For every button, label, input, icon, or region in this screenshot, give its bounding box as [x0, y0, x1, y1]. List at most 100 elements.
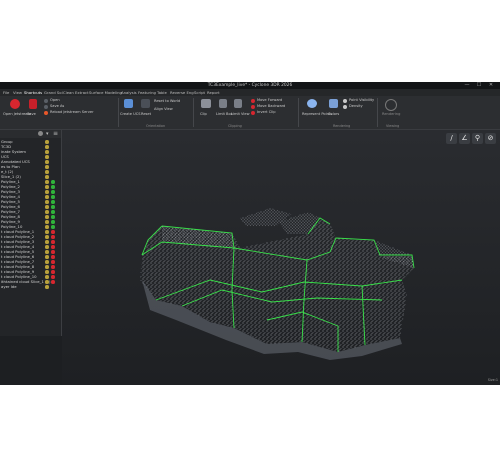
ucs-axes-icon[interactable] — [124, 99, 133, 108]
group-clipping-label: Clipping — [228, 124, 242, 128]
status-error-icon — [51, 265, 55, 269]
visibility-icon[interactable] — [45, 280, 49, 284]
density-button[interactable]: Density — [349, 104, 363, 108]
reload-icon — [44, 111, 48, 115]
status-error-icon — [51, 250, 55, 254]
visibility-icon[interactable] — [45, 250, 49, 254]
visibility-icon[interactable] — [45, 215, 49, 219]
point-visibility-button[interactable]: Point Visibility — [349, 98, 374, 102]
visibility-icon[interactable] — [45, 230, 49, 234]
limit-box-icon[interactable] — [219, 99, 227, 108]
status-error-icon — [51, 260, 55, 264]
visibility-icon[interactable] — [45, 260, 49, 264]
open-small-button[interactable]: Open — [50, 98, 60, 102]
filter-icon[interactable]: ▾ — [46, 131, 49, 137]
visibility-icon[interactable] — [45, 160, 49, 164]
move-backward-button[interactable]: Move Backward — [257, 104, 285, 108]
visibility-icon[interactable] — [45, 200, 49, 204]
rendering-spinner-icon[interactable] — [385, 99, 397, 111]
reset-view-button[interactable]: Reset — [141, 112, 151, 116]
window-title: TC3Example_live* - Cyclone 3DR 2026 — [207, 83, 293, 88]
minimize-button[interactable]: — — [462, 82, 472, 89]
save-file-icon[interactable] — [29, 99, 37, 109]
clip-button[interactable]: Clip — [200, 112, 207, 116]
status-ok-icon — [51, 185, 55, 189]
visibility-icon[interactable] — [45, 175, 49, 179]
maximize-button[interactable]: ☐ — [474, 82, 484, 89]
ribbon-toolbar: Open Jetstream Save Open Save As Reload … — [0, 96, 500, 130]
visibility-icon[interactable] — [45, 255, 49, 259]
limit-view-icon[interactable] — [234, 99, 242, 108]
visibility-icon[interactable] — [45, 205, 49, 209]
visibility-icon[interactable] — [45, 275, 49, 279]
visibility-icon[interactable] — [45, 195, 49, 199]
group-orientation-label: Orientation — [146, 124, 166, 128]
status-ok-icon — [51, 210, 55, 214]
rendering-button[interactable]: Rendering — [382, 112, 400, 116]
visibility-icon[interactable] — [45, 225, 49, 229]
open-icon[interactable] — [10, 99, 20, 109]
menu-report[interactable]: Report — [207, 89, 220, 96]
view-cube-icon[interactable] — [141, 99, 150, 108]
create-ucs-button[interactable]: Create UCS — [120, 112, 141, 116]
menu-script[interactable]: Script — [194, 89, 205, 96]
status-ok-icon — [51, 215, 55, 219]
visibility-icon[interactable] — [45, 220, 49, 224]
menu-bar: File View Shortcuts Grand Sol Clean Extr… — [0, 89, 500, 97]
group-separator — [118, 98, 119, 127]
visibility-icon[interactable] — [45, 145, 49, 149]
group-separator — [298, 98, 299, 127]
reload-jetstream-button[interactable]: Reload Jetstream Server — [50, 110, 94, 114]
invert-clip-button[interactable]: Invert Clip — [257, 110, 276, 114]
menu-featuring[interactable]: Featuring — [138, 89, 156, 96]
status-error-icon — [51, 235, 55, 239]
status-ok-icon — [51, 190, 55, 194]
tree-item[interactable]: ayer Ide — [0, 284, 61, 289]
status-error-icon — [51, 280, 55, 284]
menu-grand-sol[interactable]: Grand Sol — [44, 89, 63, 96]
visibility-icon[interactable] — [45, 245, 49, 249]
visibility-icon[interactable] — [45, 140, 49, 144]
visibility-icon[interactable] — [45, 190, 49, 194]
status-error-icon — [51, 255, 55, 259]
visibility-icon[interactable] — [45, 285, 49, 289]
clip-icon[interactable] — [201, 99, 211, 108]
visibility-icon[interactable] — [45, 265, 49, 269]
menu-reverse-eng[interactable]: Reverse Eng — [170, 89, 194, 96]
visibility-icon[interactable] — [45, 155, 49, 159]
visibility-icon[interactable] — [45, 170, 49, 174]
menu-icon[interactable]: ≡ — [53, 130, 58, 137]
menu-analysis[interactable]: Analysis — [121, 89, 137, 96]
menu-table[interactable]: Table — [157, 89, 167, 96]
save-button-label[interactable]: Save — [27, 112, 36, 116]
visibility-icon[interactable] — [45, 210, 49, 214]
visibility-icon[interactable] — [45, 165, 49, 169]
move-backward-icon — [251, 105, 255, 109]
visibility-icon[interactable] — [45, 240, 49, 244]
move-forward-icon — [251, 99, 255, 103]
menu-extract[interactable]: Extract — [75, 89, 89, 96]
colors-button[interactable]: Colors — [328, 112, 339, 116]
visibility-icon[interactable] — [45, 185, 49, 189]
represent-points-icon[interactable] — [307, 99, 317, 108]
menu-surface-modeling[interactable]: Surface Modeling — [89, 89, 122, 96]
reset-to-world-button[interactable]: Reset to World — [154, 99, 180, 103]
invert-clip-icon — [251, 111, 255, 115]
visibility-icon[interactable] — [45, 150, 49, 154]
colors-icon[interactable] — [329, 99, 338, 108]
visibility-icon[interactable] — [45, 235, 49, 239]
align-view-button[interactable]: Align View — [154, 107, 173, 111]
menu-view[interactable]: View — [13, 89, 22, 96]
close-button[interactable]: ✕ — [486, 82, 496, 89]
limit-view-button[interactable]: Limit View — [231, 112, 250, 116]
menu-clean[interactable]: Clean — [63, 89, 74, 96]
status-ok-icon — [51, 225, 55, 229]
3d-viewport[interactable]: / ∠ ⚲ ⊘ — [62, 130, 500, 385]
search-icon[interactable] — [38, 131, 43, 136]
visibility-icon[interactable] — [45, 180, 49, 184]
save-as-button[interactable]: Save As — [50, 104, 64, 108]
menu-file[interactable]: File — [3, 89, 9, 96]
tree-item-label: ayer Ide — [1, 284, 17, 289]
move-forward-button[interactable]: Move Forward — [257, 98, 282, 102]
visibility-icon[interactable] — [45, 270, 49, 274]
